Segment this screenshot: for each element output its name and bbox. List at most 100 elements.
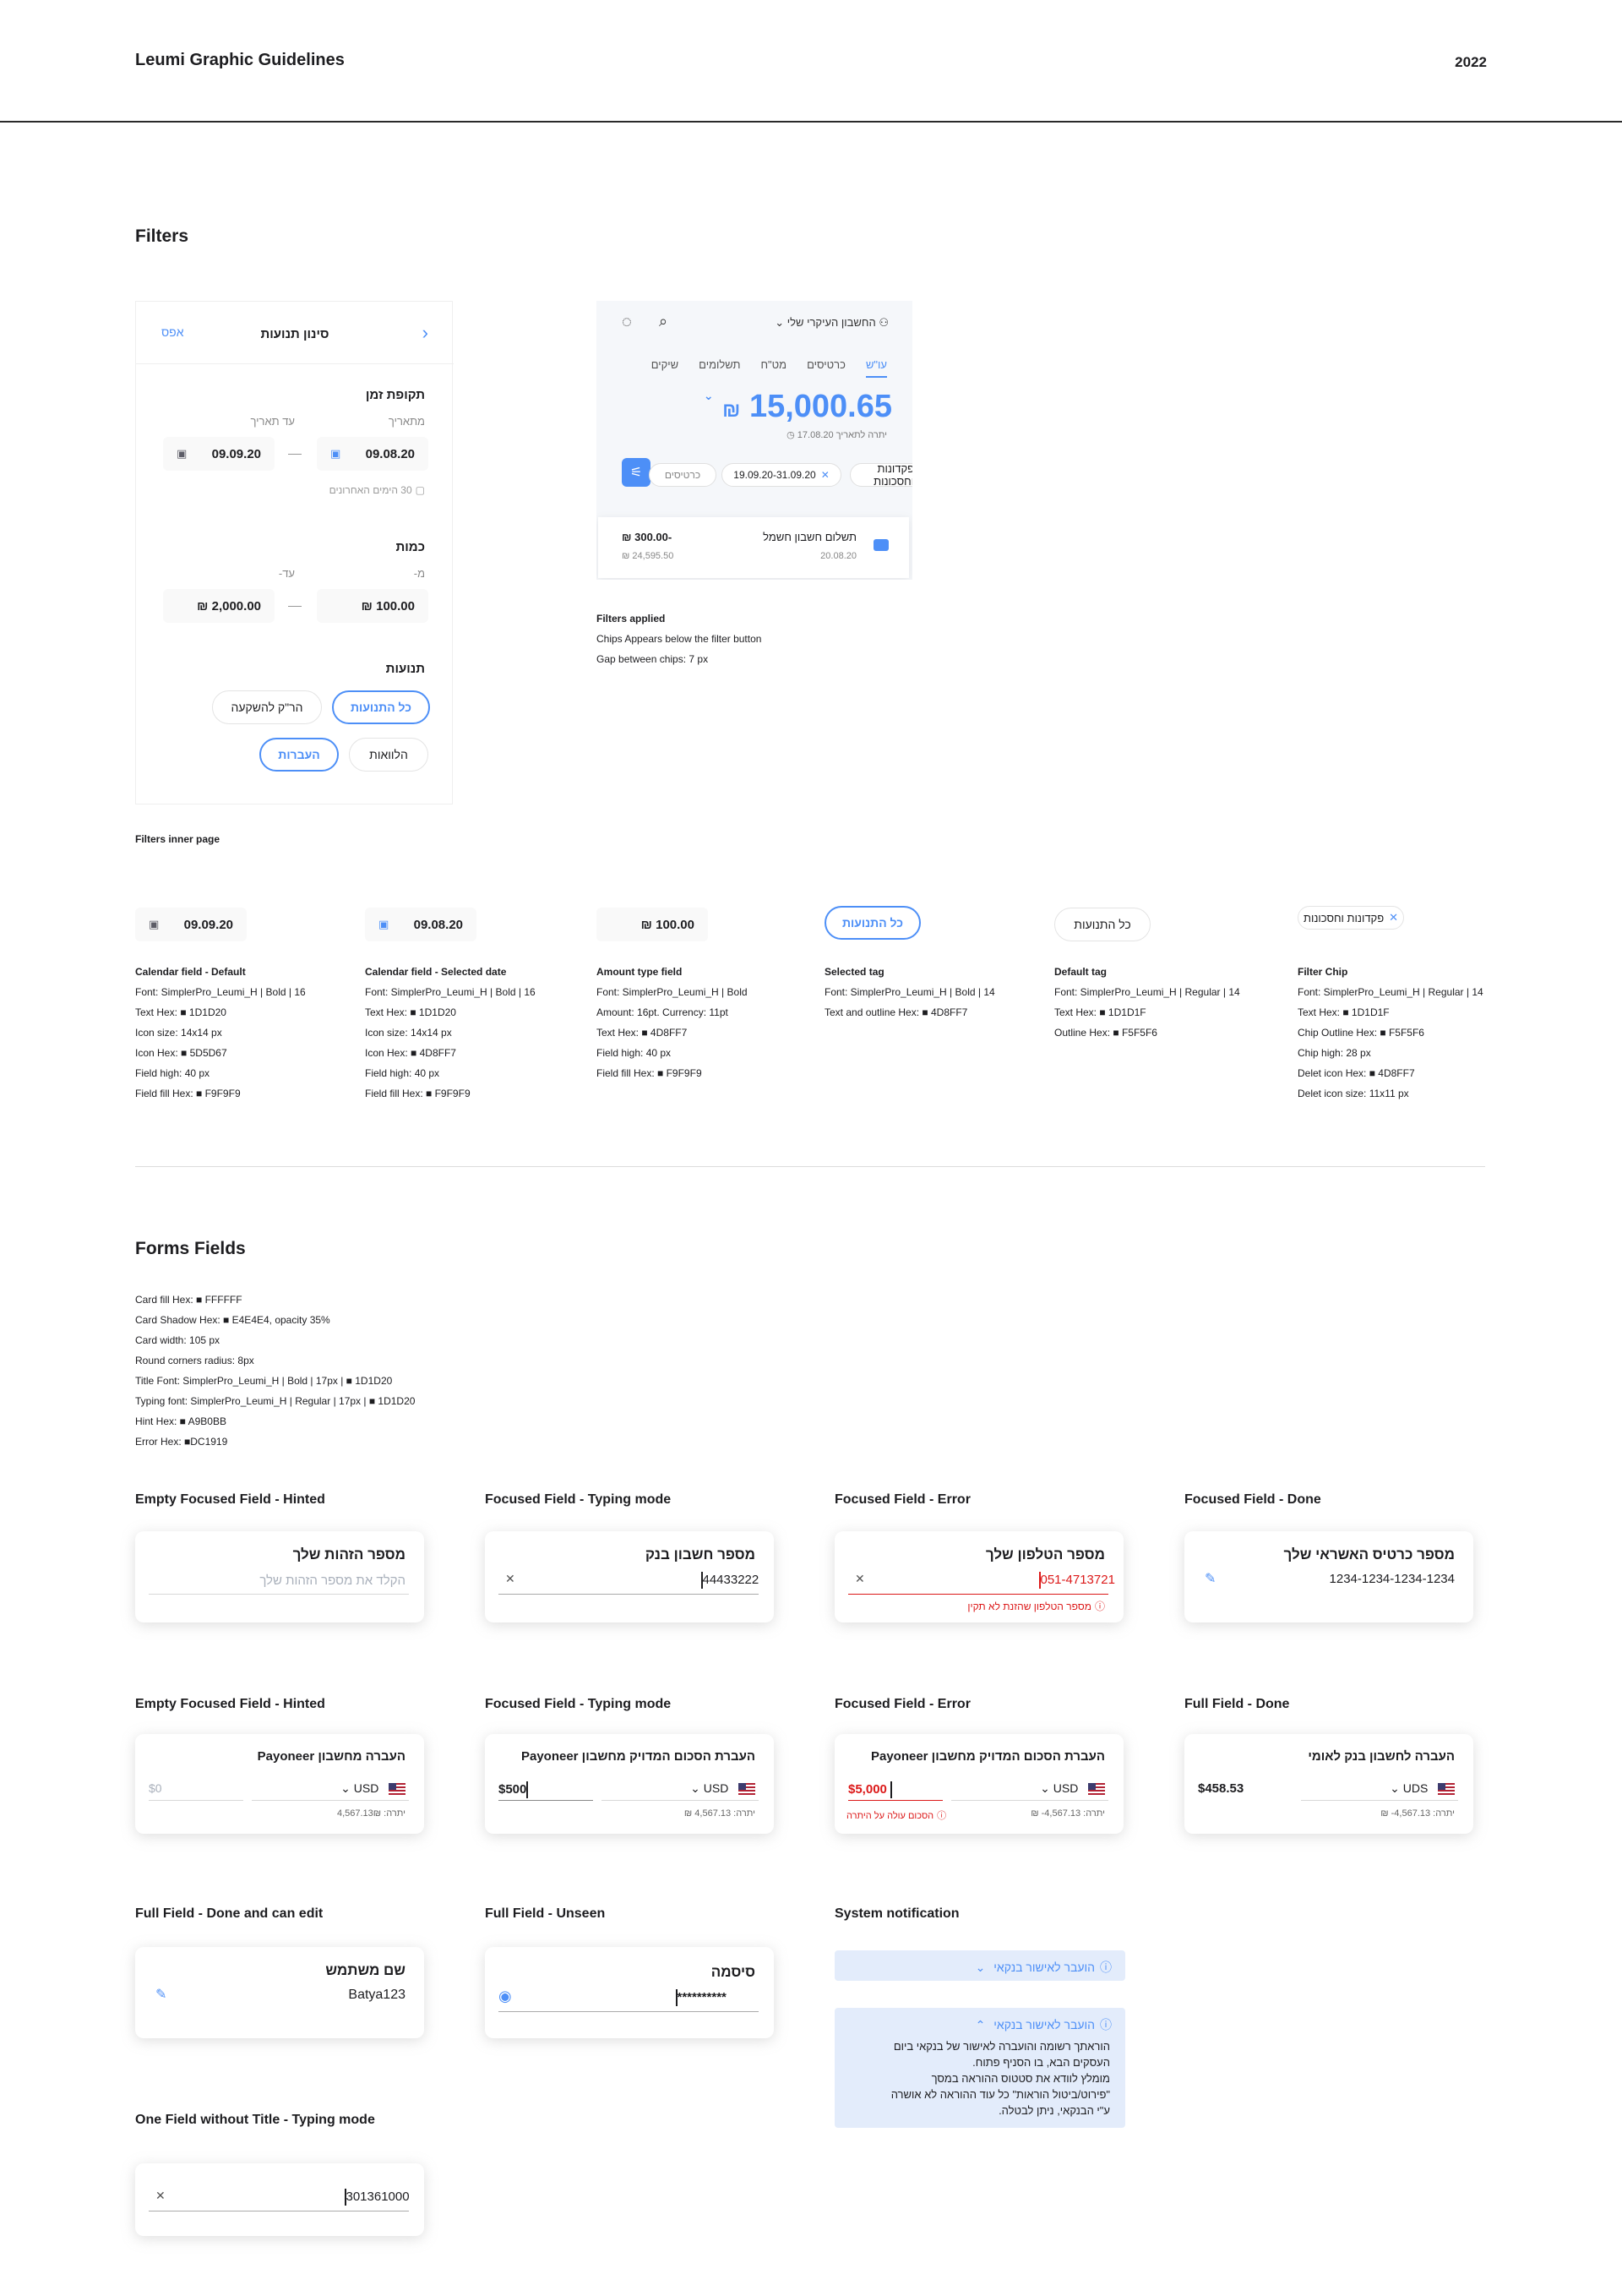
calendar-field-selected[interactable]: ▣ 09.08.20 — [365, 908, 476, 941]
amount-heading: כמות — [395, 540, 425, 554]
tab-payments[interactable]: תשלומים — [699, 358, 740, 378]
amount-input[interactable]: $500 — [498, 1781, 528, 1798]
error-message: ⓘהסכום עולה על היתרה — [846, 1808, 946, 1822]
transaction-amount: -300.00 ₪ — [622, 531, 672, 543]
edit-icon[interactable]: ✎ — [1205, 1570, 1216, 1587]
info-icon: ⓘ — [1100, 1961, 1112, 1974]
id-number-input[interactable]: הקלד את מספר הזהות שלך — [259, 1573, 406, 1588]
notification-expanded[interactable]: ⓘהועבר לאישור בנקאי ⌃ הוראתך רשומה והועב… — [835, 2008, 1125, 2128]
field-title: העברה מחשבון Payoneer — [257, 1749, 406, 1764]
filter-chips: ✕פקדונות וחסכונות ✕19.09.20-31.09.20 כרט… — [596, 462, 912, 488]
chevron-down-icon: ⌄ — [1390, 1781, 1400, 1795]
single-field-card: ✕ 301361000 — [135, 2163, 424, 2236]
notification-title: ⓘהועבר לאישור בנקאי ⌃ — [975, 2018, 1112, 2031]
filter-chip-sample[interactable]: ✕ פקדונות וחסכונות — [1298, 906, 1404, 930]
caption-done-editable: Full Field - Done and can edit — [135, 1906, 324, 1921]
field-title: העברת הסכום המדויק מחשבון Payoneer — [520, 1749, 755, 1764]
caption-no-title: One Field without Title - Typing mode — [135, 2113, 375, 2127]
tag-investment[interactable]: הר"ק להשקעה — [212, 690, 322, 724]
spec-selected-tag: Selected tag Font: SimplerPro_Leumi_H | … — [825, 966, 995, 1018]
amount-type-field[interactable]: 100.00 ₪ — [596, 908, 708, 941]
amount-from-field[interactable]: 100.00 ₪ — [317, 589, 428, 623]
field-title: מספר הזהות שלך — [292, 1546, 406, 1562]
transaction-row[interactable]: תשלום חשבון חשמל 20.08.20 -300.00 ₪ 24,5… — [598, 517, 909, 578]
amount-value: $458.53 — [1198, 1781, 1244, 1796]
caption-unseen: Full Field - Unseen — [485, 1906, 606, 1921]
last-30-days-link[interactable]: ▢30 הימים האחרונים — [329, 484, 425, 496]
account-selector[interactable]: ⚇ החשבון העיקרי שלי ⌄ — [775, 316, 889, 330]
info-icon: ⓘ — [1100, 2018, 1112, 2031]
password-input[interactable]: ********** — [676, 1989, 727, 2006]
tag-transfers[interactable]: העברות — [259, 738, 339, 772]
filter-chip[interactable]: ✕ 19.09.20-31.09.20 — [721, 463, 841, 487]
filters-inner-page-caption: Filters inner page — [135, 833, 220, 845]
amount-to-field[interactable]: 2,000.00 ₪ — [163, 589, 275, 623]
caption-error: Focused Field - Error — [835, 1492, 971, 1507]
document-title: Leumi Graphic Guidelines — [135, 51, 345, 69]
chevron-down-icon: ⌄ — [340, 1781, 351, 1795]
chevron-down-icon[interactable]: ⌄ — [704, 389, 714, 402]
section-divider — [135, 1166, 1485, 1167]
currency-selector[interactable]: ⌄ USD — [1040, 1781, 1105, 1796]
amount-input[interactable]: $5,000 — [848, 1781, 892, 1798]
default-tag-sample[interactable]: כל התנועות — [1054, 908, 1151, 941]
eye-icon[interactable]: ◉ — [498, 1988, 512, 2005]
spec-amount-field: Amount type field Font: SimplerPro_Leumi… — [596, 966, 748, 1079]
tag-all-transactions[interactable]: כל התנועות — [332, 690, 430, 724]
leumi-transfer-card: העברה לחשבון בנק לאומי $458.53 ⌄ UDS יתר… — [1184, 1734, 1473, 1834]
currency-selector[interactable]: ⌄ USD — [690, 1781, 755, 1796]
tab-checks[interactable]: שיקים — [651, 358, 678, 378]
range-separator — [288, 606, 302, 607]
tab-cards[interactable]: כרטיסים — [807, 358, 846, 378]
to-date-field[interactable]: ▣ 09.09.20 — [163, 437, 275, 471]
payoneer-error-card: העברת הסכום המדויק מחשבון Payoneer $5,00… — [835, 1734, 1124, 1834]
caption-typing: Focused Field - Typing mode — [485, 1697, 672, 1711]
filter-panel: אפס סינון תנועות › תקופת זמן מתאריך עד ת… — [135, 301, 454, 804]
currency-selector[interactable]: ⌄ USD — [340, 1781, 406, 1796]
caption-notification: System notification — [835, 1906, 960, 1921]
chat-icon[interactable]: ◌ — [622, 313, 632, 332]
field-title: שם משתמש — [325, 1962, 406, 1978]
search-icon[interactable]: ⌕ — [659, 313, 667, 330]
transaction-balance: 24,595.50 ₪ — [622, 551, 674, 561]
username-card: שם משתמש ✎ Batya123 — [135, 1947, 424, 2038]
calendar-icon: ▣ — [378, 918, 389, 930]
close-icon: ✕ — [820, 469, 830, 481]
filter-panel-title: סינון תנועות — [260, 327, 329, 341]
to-date-label: עד תאריך — [250, 415, 295, 428]
single-input[interactable]: 301361000 — [345, 2189, 410, 2206]
phone-card: מספר הטלפון שלך ✕ 051-4713721 ⓘמספר הטלפ… — [835, 1531, 1124, 1622]
account-tabs: עו"ש כרטיסים מט"ח תשלומים שיקים — [651, 358, 887, 378]
document-year: 2022 — [1455, 54, 1487, 70]
close-icon[interactable]: ✕ — [1389, 911, 1398, 924]
clear-icon[interactable]: ✕ — [155, 2189, 166, 2203]
tab-fx[interactable]: מט"ח — [761, 358, 787, 378]
chevron-down-icon: ⌄ — [775, 316, 785, 329]
tab-current[interactable]: עו"ש — [865, 358, 887, 378]
forms-specs: Card fill Hex: ■ FFFFFF Card Shadow Hex: … — [135, 1294, 416, 1448]
chevron-down-icon: ⌄ — [690, 1781, 700, 1795]
selected-tag-sample[interactable]: כל התנועות — [825, 906, 921, 940]
bank-account-input[interactable]: 44433222 — [701, 1572, 759, 1589]
filter-chip[interactable]: ✕פקדונות וחסכונות — [850, 462, 912, 488]
tag-loans[interactable]: הלוואות — [349, 738, 428, 772]
chevron-up-icon: ⌃ — [975, 2018, 986, 2031]
spec-calendar-default: Calendar field - Default Font: SimplerPr… — [135, 966, 306, 1099]
amount-input[interactable]: $0 — [149, 1781, 162, 1795]
caption-typing: Focused Field - Typing mode — [485, 1492, 672, 1507]
balance-date: יתרה לתאריך 17.08.20 ◷ — [787, 430, 887, 440]
bank-account-card: מספר חשבון בנק ✕ 44433222 — [485, 1531, 774, 1622]
currency-selector[interactable]: ⌄ UDS — [1390, 1781, 1455, 1796]
calendar-icon: ▣ — [149, 918, 160, 930]
clear-icon[interactable]: ✕ — [505, 1572, 515, 1586]
clear-icon[interactable]: ✕ — [855, 1572, 865, 1586]
balance-amount: ⌄ ₪ 15,000.65 — [703, 389, 892, 424]
from-date-field[interactable]: ▣ 09.08.20 — [317, 437, 428, 471]
filter-chip[interactable]: כרטיסים — [649, 463, 716, 487]
edit-icon[interactable]: ✎ — [155, 1986, 166, 2003]
phone-input[interactable]: 051-4713721 — [1039, 1572, 1115, 1589]
balance-hint: יתרה: 4,567.13 ₪ — [683, 1808, 755, 1819]
calendar-field-default[interactable]: ▣ 09.09.20 — [135, 908, 247, 941]
notification-collapsed[interactable]: ⓘהועבר לאישור בנקאי ⌄ — [835, 1950, 1125, 1981]
chevron-right-icon[interactable]: › — [422, 322, 428, 344]
